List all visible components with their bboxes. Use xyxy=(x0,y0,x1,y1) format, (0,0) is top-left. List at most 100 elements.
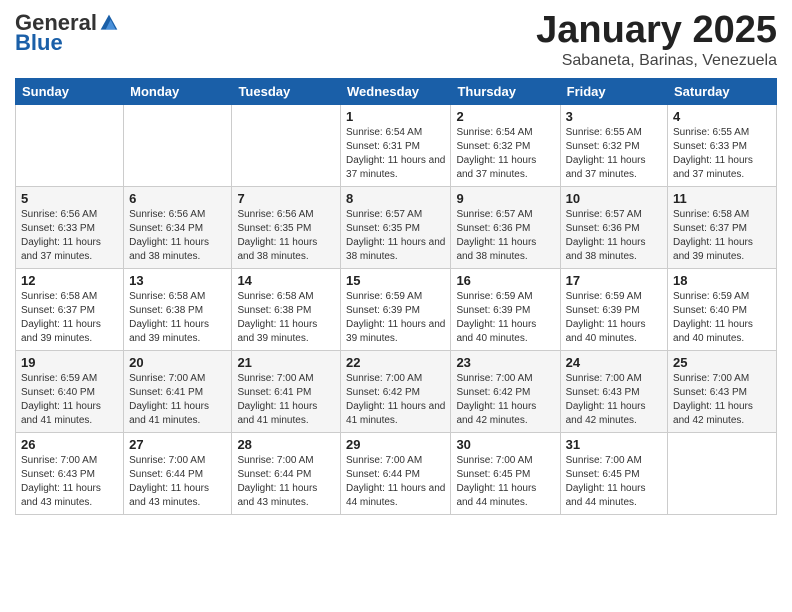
day-number: 5 xyxy=(21,191,118,206)
day-info: Sunrise: 6:58 AMSunset: 6:38 PMDaylight:… xyxy=(129,290,226,346)
day-header-wednesday: Wednesday xyxy=(341,78,451,104)
day-number: 25 xyxy=(673,355,771,370)
day-number: 15 xyxy=(346,273,445,288)
day-number: 26 xyxy=(21,437,118,452)
logo-icon xyxy=(99,13,119,33)
day-info: Sunrise: 7:00 AMSunset: 6:44 PMDaylight:… xyxy=(237,454,335,510)
calendar-cell: 20 Sunrise: 7:00 AMSunset: 6:41 PMDayligh… xyxy=(124,350,232,432)
day-number: 20 xyxy=(129,355,226,370)
day-info: Sunrise: 6:59 AMSunset: 6:39 PMDaylight:… xyxy=(456,290,554,346)
day-info: Sunrise: 6:56 AMSunset: 6:33 PMDaylight:… xyxy=(21,208,118,264)
day-header-thursday: Thursday xyxy=(451,78,560,104)
day-info: Sunrise: 6:55 AMSunset: 6:33 PMDaylight:… xyxy=(673,126,771,182)
calendar-cell: 24 Sunrise: 7:00 AMSunset: 6:43 PMDayligh… xyxy=(560,350,667,432)
day-info: Sunrise: 6:57 AMSunset: 6:36 PMDaylight:… xyxy=(456,208,554,264)
day-info: Sunrise: 7:00 AMSunset: 6:43 PMDaylight:… xyxy=(566,372,662,428)
calendar-cell: 25 Sunrise: 7:00 AMSunset: 6:43 PMDayligh… xyxy=(668,350,777,432)
day-info: Sunrise: 7:00 AMSunset: 6:42 PMDaylight:… xyxy=(346,372,445,428)
logo: General Blue xyxy=(15,10,121,56)
calendar-cell: 23Sunrise: 7:00 AMSunset: 6:42 PMDayligh… xyxy=(451,350,560,432)
day-header-friday: Friday xyxy=(560,78,667,104)
title-block: January 2025 Sabaneta, Barinas, Venezuel… xyxy=(536,10,777,70)
calendar-cell: 17 Sunrise: 6:59 AMSunset: 6:39 PMDayligh… xyxy=(560,268,667,350)
day-number: 21 xyxy=(237,355,335,370)
day-number: 11 xyxy=(673,191,771,206)
calendar-cell xyxy=(16,104,124,186)
day-info: Sunrise: 6:58 AMSunset: 6:38 PMDaylight:… xyxy=(237,290,335,346)
calendar-cell: 2Sunrise: 6:54 AMSunset: 6:32 PMDaylight… xyxy=(451,104,560,186)
day-info: Sunrise: 6:54 AMSunset: 6:31 PMDaylight:… xyxy=(346,126,445,182)
calendar-cell xyxy=(232,104,341,186)
day-number: 8 xyxy=(346,191,445,206)
day-number: 31 xyxy=(566,437,662,452)
calendar-cell: 28 Sunrise: 7:00 AMSunset: 6:44 PMDayligh… xyxy=(232,432,341,514)
day-info: Sunrise: 7:00 AMSunset: 6:42 PMDaylight:… xyxy=(456,372,554,428)
day-number: 10 xyxy=(566,191,662,206)
day-info: Sunrise: 7:00 AMSunset: 6:45 PMDaylight:… xyxy=(456,454,554,510)
calendar-cell: 7 Sunrise: 6:56 AMSunset: 6:35 PMDaylight… xyxy=(232,186,341,268)
logo-blue-text: Blue xyxy=(15,30,63,56)
day-info: Sunrise: 7:00 AMSunset: 6:45 PMDaylight:… xyxy=(566,454,662,510)
day-number: 17 xyxy=(566,273,662,288)
day-number: 2 xyxy=(456,109,554,124)
day-info: Sunrise: 6:57 AMSunset: 6:36 PMDaylight:… xyxy=(566,208,662,264)
day-number: 3 xyxy=(566,109,662,124)
calendar-cell: 1 Sunrise: 6:54 AMSunset: 6:31 PMDaylight… xyxy=(341,104,451,186)
day-number: 4 xyxy=(673,109,771,124)
calendar-cell xyxy=(668,432,777,514)
day-header-tuesday: Tuesday xyxy=(232,78,341,104)
day-info: Sunrise: 6:56 AMSunset: 6:34 PMDaylight:… xyxy=(129,208,226,264)
day-number: 29 xyxy=(346,437,445,452)
day-number: 16 xyxy=(456,273,554,288)
day-info: Sunrise: 7:00 AMSunset: 6:43 PMDaylight:… xyxy=(21,454,118,510)
day-number: 28 xyxy=(237,437,335,452)
day-info: Sunrise: 6:59 AMSunset: 6:40 PMDaylight:… xyxy=(21,372,118,428)
calendar-cell: 22Sunrise: 7:00 AMSunset: 6:42 PMDayligh… xyxy=(341,350,451,432)
calendar-cell: 4 Sunrise: 6:55 AMSunset: 6:33 PMDaylight… xyxy=(668,104,777,186)
calendar-cell: 5 Sunrise: 6:56 AMSunset: 6:33 PMDaylight… xyxy=(16,186,124,268)
calendar-cell xyxy=(124,104,232,186)
day-header-saturday: Saturday xyxy=(668,78,777,104)
day-info: Sunrise: 7:00 AMSunset: 6:44 PMDaylight:… xyxy=(346,454,445,510)
calendar-cell: 9Sunrise: 6:57 AMSunset: 6:36 PMDaylight… xyxy=(451,186,560,268)
calendar-cell: 3 Sunrise: 6:55 AMSunset: 6:32 PMDaylight… xyxy=(560,104,667,186)
day-header-sunday: Sunday xyxy=(16,78,124,104)
calendar-cell: 12 Sunrise: 6:58 AMSunset: 6:37 PMDayligh… xyxy=(16,268,124,350)
calendar-week-row: 12 Sunrise: 6:58 AMSunset: 6:37 PMDayligh… xyxy=(16,268,777,350)
calendar-cell: 27 Sunrise: 7:00 AMSunset: 6:44 PMDayligh… xyxy=(124,432,232,514)
day-number: 30 xyxy=(456,437,554,452)
calendar-header-row: SundayMondayTuesdayWednesdayThursdayFrid… xyxy=(16,78,777,104)
day-info: Sunrise: 6:59 AMSunset: 6:39 PMDaylight:… xyxy=(346,290,445,346)
day-number: 7 xyxy=(237,191,335,206)
day-number: 1 xyxy=(346,109,445,124)
calendar-cell: 29 Sunrise: 7:00 AMSunset: 6:44 PMDayligh… xyxy=(341,432,451,514)
location: Sabaneta, Barinas, Venezuela xyxy=(536,52,777,70)
day-number: 24 xyxy=(566,355,662,370)
day-header-monday: Monday xyxy=(124,78,232,104)
day-info: Sunrise: 6:58 AMSunset: 6:37 PMDaylight:… xyxy=(673,208,771,264)
day-info: Sunrise: 6:55 AMSunset: 6:32 PMDaylight:… xyxy=(566,126,662,182)
day-number: 19 xyxy=(21,355,118,370)
calendar-cell: 8Sunrise: 6:57 AMSunset: 6:35 PMDaylight… xyxy=(341,186,451,268)
calendar-cell: 19 Sunrise: 6:59 AMSunset: 6:40 PMDayligh… xyxy=(16,350,124,432)
calendar-week-row: 26 Sunrise: 7:00 AMSunset: 6:43 PMDayligh… xyxy=(16,432,777,514)
calendar-cell: 15 Sunrise: 6:59 AMSunset: 6:39 PMDayligh… xyxy=(341,268,451,350)
calendar-table: SundayMondayTuesdayWednesdayThursdayFrid… xyxy=(15,78,777,515)
day-number: 6 xyxy=(129,191,226,206)
day-info: Sunrise: 7:00 AMSunset: 6:43 PMDaylight:… xyxy=(673,372,771,428)
day-info: Sunrise: 6:56 AMSunset: 6:35 PMDaylight:… xyxy=(237,208,335,264)
calendar-cell: 14Sunrise: 6:58 AMSunset: 6:38 PMDayligh… xyxy=(232,268,341,350)
day-number: 27 xyxy=(129,437,226,452)
calendar-cell: 10 Sunrise: 6:57 AMSunset: 6:36 PMDayligh… xyxy=(560,186,667,268)
calendar-cell: 16 Sunrise: 6:59 AMSunset: 6:39 PMDayligh… xyxy=(451,268,560,350)
calendar-cell: 11 Sunrise: 6:58 AMSunset: 6:37 PMDayligh… xyxy=(668,186,777,268)
calendar-cell: 18Sunrise: 6:59 AMSunset: 6:40 PMDayligh… xyxy=(668,268,777,350)
day-info: Sunrise: 6:58 AMSunset: 6:37 PMDaylight:… xyxy=(21,290,118,346)
day-number: 13 xyxy=(129,273,226,288)
day-info: Sunrise: 7:00 AMSunset: 6:44 PMDaylight:… xyxy=(129,454,226,510)
day-number: 12 xyxy=(21,273,118,288)
day-info: Sunrise: 6:59 AMSunset: 6:39 PMDaylight:… xyxy=(566,290,662,346)
day-info: Sunrise: 7:00 AMSunset: 6:41 PMDaylight:… xyxy=(129,372,226,428)
day-number: 18 xyxy=(673,273,771,288)
calendar-cell: 21Sunrise: 7:00 AMSunset: 6:41 PMDayligh… xyxy=(232,350,341,432)
